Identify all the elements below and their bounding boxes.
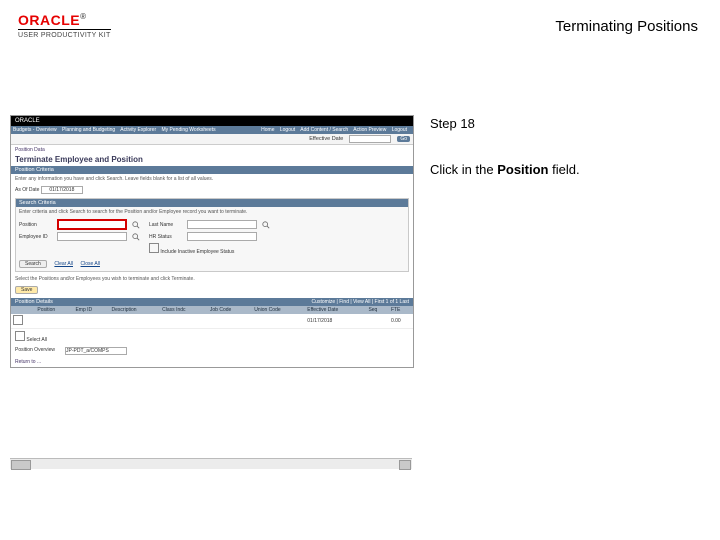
asof-row: As Of Date 01/17/2018 xyxy=(11,184,413,196)
instruction-pane: Step 18 Click in the Position field. xyxy=(430,115,710,179)
lastname-input[interactable] xyxy=(187,220,257,229)
details-pager[interactable]: Customize | Find | View All | First 1 of… xyxy=(312,299,409,305)
nav-item[interactable]: My Pending Worksheets xyxy=(162,127,216,133)
nav-item[interactable]: Logout xyxy=(280,127,295,133)
summary-row: Select All xyxy=(11,329,413,345)
col-select xyxy=(11,306,35,314)
select-all-checkbox[interactable] xyxy=(15,331,25,341)
hrstat-label: HR Status xyxy=(149,234,183,240)
lastname-label: Last Name xyxy=(149,222,183,228)
instruction-post: field. xyxy=(548,162,579,177)
nav-item[interactable]: Action Preview xyxy=(353,127,386,133)
include-inactive-checkbox[interactable] xyxy=(149,243,159,253)
col-position: Position xyxy=(35,306,73,314)
logo: ORACLE® USER PRODUCTIVITY KIT xyxy=(18,12,111,39)
asof-input[interactable]: 01/17/2018 xyxy=(41,186,83,194)
asof-label: As Of Date xyxy=(15,187,39,193)
criteria-note: Enter any information you have and click… xyxy=(11,174,413,184)
close-all-link[interactable]: Close All xyxy=(81,261,100,267)
details-title: Position Details xyxy=(15,299,53,305)
nav-item[interactable]: Budgets - Overview xyxy=(13,127,57,133)
col-effdate: Effective Date xyxy=(305,306,366,314)
col-class: Class Indc xyxy=(160,306,208,314)
cell-jobcode xyxy=(208,314,252,329)
select-all-label: Select All xyxy=(26,337,47,343)
nav-item[interactable]: Activity Explorer xyxy=(120,127,156,133)
app-screenshot: ORACLE Budgets - Overview Planning and B… xyxy=(10,115,412,469)
step-label: Step 18 xyxy=(430,115,710,133)
row-checkbox[interactable] xyxy=(13,315,23,325)
page-heading: Terminate Employee and Position xyxy=(11,155,413,164)
section-bar-details: Position Details Customize | Find | View… xyxy=(11,298,413,306)
breadcrumb: Position Data xyxy=(11,145,413,155)
col-empid: Emp ID xyxy=(73,306,109,314)
instruction-pre: Click in the xyxy=(430,162,497,177)
search-buttons: Search Clear All Close All xyxy=(16,257,408,271)
horizontal-scrollbar[interactable] xyxy=(10,458,412,469)
page-title: Terminating Positions xyxy=(555,18,698,35)
cell-union xyxy=(252,314,305,329)
position-input[interactable] xyxy=(57,219,127,230)
search-panel-header: Search Criteria xyxy=(16,199,408,207)
empid-lookup-icon[interactable] xyxy=(131,233,140,240)
return-link[interactable]: Return to ... xyxy=(11,357,413,367)
nav-left: Budgets - Overview Planning and Budgetin… xyxy=(13,127,220,133)
scrollbar-thumb[interactable] xyxy=(11,460,31,470)
col-seq: Seq xyxy=(366,306,389,314)
nav-item[interactable]: Planning and Budgeting xyxy=(62,127,115,133)
save-row: Save xyxy=(11,284,413,296)
page: ORACLE® USER PRODUCTIVITY KIT Terminatin… xyxy=(0,0,720,540)
cell-seq xyxy=(366,314,389,329)
terminate-note: Select the Positions and/or Employees yo… xyxy=(11,274,413,284)
position-label: Position xyxy=(19,222,53,228)
nav-item[interactable]: Logout xyxy=(392,127,407,133)
app-brandbar: ORACLE xyxy=(11,116,413,126)
instruction-field-name: Position xyxy=(497,162,548,177)
col-fte: FTE xyxy=(389,306,413,314)
hrstat-hint: Include Inactive Employee Status xyxy=(149,243,275,255)
effective-date-input[interactable] xyxy=(349,135,391,143)
overview-row: Position Overview JP-PDT_a/COMPS xyxy=(11,345,413,357)
content: ORACLE Budgets - Overview Planning and B… xyxy=(10,105,710,530)
table-header-row: Position Emp ID Description Class Indc J… xyxy=(11,306,413,314)
effective-date-label: Effective Date xyxy=(309,136,343,142)
empid-input[interactable] xyxy=(57,232,127,241)
app-navbar: Budgets - Overview Planning and Budgetin… xyxy=(11,126,413,134)
save-button[interactable]: Save xyxy=(15,286,38,294)
search-form: Position Last Name Employee ID HR Status xyxy=(16,217,408,257)
oracle-logo: ORACLE® xyxy=(18,12,111,28)
cell-class xyxy=(160,314,208,329)
substrip: Effective Date Go xyxy=(11,134,413,145)
table-row[interactable]: 01/17/2018 0.00 xyxy=(11,314,413,329)
cell-desc xyxy=(110,314,161,329)
nav-item[interactable]: Add Content / Search xyxy=(300,127,348,133)
col-union: Union Code xyxy=(252,306,305,314)
col-desc: Description xyxy=(110,306,161,314)
search-panel-note: Enter criteria and click Search to searc… xyxy=(16,207,408,217)
instruction-text: Click in the Position field. xyxy=(430,161,710,179)
lastname-lookup-icon[interactable] xyxy=(261,221,270,228)
app-window: ORACLE Budgets - Overview Planning and B… xyxy=(10,115,414,368)
position-table: Position Emp ID Description Class Indc J… xyxy=(11,306,413,329)
position-overview-label: Position Overview xyxy=(15,347,55,355)
cell-empid xyxy=(73,314,109,329)
go-button[interactable]: Go xyxy=(397,136,410,142)
nav-right: Home Logout Add Content / Search Action … xyxy=(261,127,411,133)
search-panel: Search Criteria Enter criteria and click… xyxy=(15,198,409,272)
cell-position xyxy=(35,314,73,329)
nav-item[interactable]: Home xyxy=(261,127,274,133)
clear-all-link[interactable]: Clear All xyxy=(54,261,73,267)
header: ORACLE® USER PRODUCTIVITY KIT Terminatin… xyxy=(18,12,702,46)
cell-fte: 0.00 xyxy=(389,314,413,329)
empid-label: Employee ID xyxy=(19,234,53,240)
position-lookup-icon[interactable] xyxy=(131,221,140,228)
hrstat-input[interactable] xyxy=(187,232,257,241)
cell-effdate: 01/17/2018 xyxy=(305,314,366,329)
overview-value[interactable]: JP-PDT_a/COMPS xyxy=(65,347,127,355)
logo-subtitle: USER PRODUCTIVITY KIT xyxy=(18,29,111,39)
col-jobcode: Job Code xyxy=(208,306,252,314)
section-bar-criteria: Position Criteria xyxy=(11,166,413,174)
scrollbar-right-button[interactable] xyxy=(399,460,411,470)
search-button[interactable]: Search xyxy=(19,260,47,268)
